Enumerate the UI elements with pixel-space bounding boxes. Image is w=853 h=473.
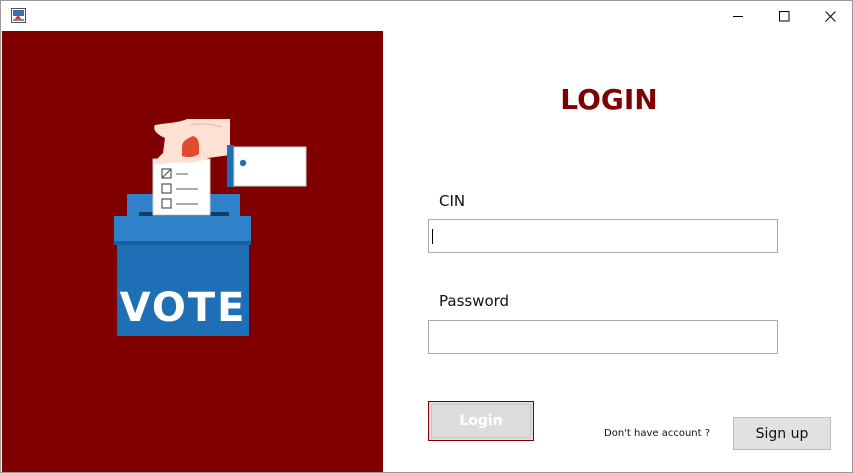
minimize-button[interactable] [715, 1, 761, 31]
password-input[interactable] [428, 320, 778, 354]
hand [152, 119, 230, 164]
close-button[interactable] [807, 1, 852, 31]
sleeve [233, 146, 307, 187]
page-title: LOGIN [560, 83, 658, 116]
box-lid-shadow [114, 241, 251, 245]
box-lid [114, 216, 251, 244]
maximize-icon [778, 10, 789, 21]
cin-label: CIN [439, 192, 466, 210]
title-bar[interactable] [1, 1, 852, 31]
signup-button[interactable]: Sign up [733, 417, 831, 450]
app-icon [11, 8, 26, 23]
password-label: Password [439, 292, 510, 310]
close-icon [824, 10, 836, 22]
login-button-label: Login [459, 413, 503, 429]
login-window: VOTE LOGIN CIN Password Login Don't have… [0, 0, 853, 473]
sleeve-cuff [227, 145, 234, 187]
vote-illustration: VOTE [114, 119, 307, 336]
ballot-paper [152, 158, 211, 216]
signup-button-label: Sign up [755, 425, 809, 442]
maximize-button[interactable] [761, 1, 807, 31]
vote-text: VOTE [120, 285, 247, 331]
cuff-button [239, 159, 247, 167]
minimize-icon [732, 15, 743, 17]
login-button[interactable]: Login [428, 401, 534, 441]
illustration-panel: VOTE [2, 31, 383, 472]
no-account-text: Don't have account ? [604, 428, 711, 439]
cin-input[interactable] [428, 219, 778, 253]
text-caret [432, 229, 433, 244]
